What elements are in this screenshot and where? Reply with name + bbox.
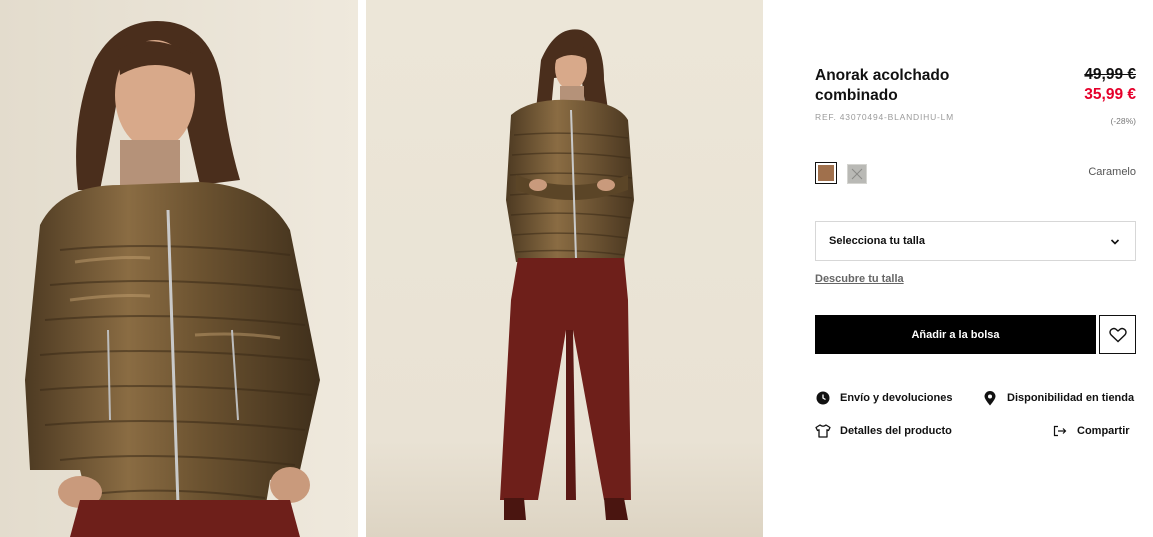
sale-price: 35,99 € — [1084, 86, 1136, 103]
clock-icon — [815, 390, 831, 406]
tshirt-icon — [815, 423, 831, 439]
location-pin-icon — [982, 390, 998, 406]
model-fullbody-illustration — [366, 0, 763, 537]
chevron-down-icon — [1110, 239, 1120, 245]
size-select-label: Selecciona tu talla — [829, 235, 925, 247]
color-swatch-caramel[interactable] — [815, 162, 837, 184]
shipping-returns-label: Envío y devoluciones — [840, 392, 953, 404]
color-swatch-grey-unavailable[interactable] — [847, 164, 867, 184]
product-panel: Anorak acolchado combinado 49,99 € 35,99… — [763, 0, 1153, 537]
gallery-gap — [358, 0, 366, 537]
old-price: 49,99 € — [1084, 66, 1136, 83]
product-title-line1: Anorak acolchado — [815, 67, 950, 84]
share-label: Compartir — [1077, 425, 1130, 437]
product-reference: REF. 43070494-BLANDIHU-LM — [815, 112, 955, 122]
share-arrow-icon — [1052, 423, 1068, 439]
store-availability-label: Disponibilidad en tienda — [1007, 392, 1135, 404]
product-details-link[interactable]: Detalles del producto — [815, 423, 952, 439]
wishlist-button[interactable] — [1099, 315, 1136, 354]
size-guide-link[interactable]: Descubre tu talla — [815, 273, 904, 285]
share-link[interactable]: Compartir — [1052, 423, 1130, 439]
unavailable-cross-icon — [851, 168, 863, 180]
shipping-returns-link[interactable]: Envío y devoluciones — [815, 390, 952, 406]
heart-icon — [1108, 327, 1127, 342]
selected-color-name: Caramelo — [1088, 166, 1136, 178]
discount-badge: (-28%) — [1110, 116, 1136, 126]
product-title: Anorak acolchado combinado — [815, 66, 1015, 106]
product-title-line2: combinado — [815, 87, 898, 104]
model-closeup-illustration — [0, 0, 358, 537]
product-photo-fullbody[interactable] — [366, 0, 763, 537]
product-photo-closeup[interactable] — [0, 0, 358, 537]
product-details-label: Detalles del producto — [840, 425, 952, 437]
store-availability-link[interactable]: Disponibilidad en tienda — [982, 390, 1134, 406]
color-chip — [818, 165, 834, 181]
size-select[interactable]: Selecciona tu talla — [815, 221, 1136, 261]
add-to-bag-button[interactable]: Añadir a la bolsa — [815, 315, 1096, 354]
